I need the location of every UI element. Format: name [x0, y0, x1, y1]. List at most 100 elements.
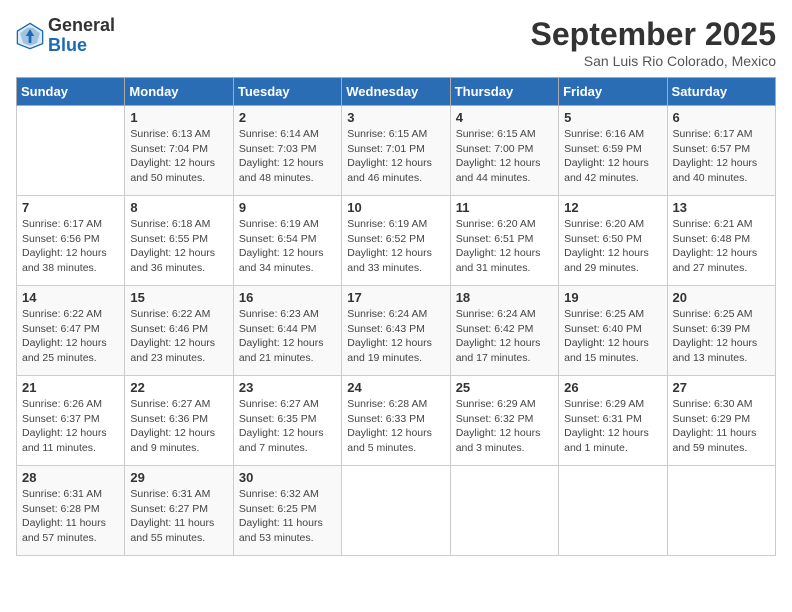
calendar-cell [559, 466, 667, 556]
page-header: General Blue September 2025 San Luis Rio… [16, 16, 776, 69]
day-number: 12 [564, 200, 661, 215]
calendar-week-row: 28 Sunrise: 6:31 AM Sunset: 6:28 PM Dayli… [17, 466, 776, 556]
day-number: 24 [347, 380, 444, 395]
day-number: 9 [239, 200, 336, 215]
day-header-wednesday: Wednesday [342, 78, 450, 106]
day-info: Sunrise: 6:32 AM Sunset: 6:25 PM Dayligh… [239, 487, 336, 546]
day-info: Sunrise: 6:27 AM Sunset: 6:36 PM Dayligh… [130, 397, 227, 456]
day-info: Sunrise: 6:16 AM Sunset: 6:59 PM Dayligh… [564, 127, 661, 186]
day-info: Sunrise: 6:15 AM Sunset: 7:01 PM Dayligh… [347, 127, 444, 186]
day-number: 13 [673, 200, 770, 215]
calendar-cell: 11Sunrise: 6:20 AM Sunset: 6:51 PM Dayli… [450, 196, 558, 286]
day-header-friday: Friday [559, 78, 667, 106]
day-number: 14 [22, 290, 119, 305]
day-info: Sunrise: 6:19 AM Sunset: 6:52 PM Dayligh… [347, 217, 444, 276]
calendar-cell [450, 466, 558, 556]
calendar-cell: 17 Sunrise: 6:24 AM Sunset: 6:43 PM Dayli… [342, 286, 450, 376]
day-number: 5 [564, 110, 661, 125]
day-number: 19 [564, 290, 661, 305]
day-header-monday: Monday [125, 78, 233, 106]
day-info: Sunrise: 6:17 AM Sunset: 6:56 PM Dayligh… [22, 217, 119, 276]
day-number: 4 [456, 110, 553, 125]
day-number: 20 [673, 290, 770, 305]
day-number: 6 [673, 110, 770, 125]
day-info: Sunrise: 6:13 AM Sunset: 7:04 PM Dayligh… [130, 127, 227, 186]
day-number: 17 [347, 290, 444, 305]
day-number: 8 [130, 200, 227, 215]
day-number: 11 [456, 200, 553, 215]
day-info: Sunrise: 6:24 AM Sunset: 6:42 PM Dayligh… [456, 307, 553, 366]
calendar-cell: 19 Sunrise: 6:25 AM Sunset: 6:40 PM Dayli… [559, 286, 667, 376]
calendar-cell: 29 Sunrise: 6:31 AM Sunset: 6:27 PM Dayli… [125, 466, 233, 556]
calendar-week-row: 21 Sunrise: 6:26 AM Sunset: 6:37 PM Dayli… [17, 376, 776, 466]
day-number: 22 [130, 380, 227, 395]
day-number: 28 [22, 470, 119, 485]
calendar-cell: 30 Sunrise: 6:32 AM Sunset: 6:25 PM Dayli… [233, 466, 341, 556]
day-number: 25 [456, 380, 553, 395]
day-number: 1 [130, 110, 227, 125]
calendar-cell: 8 Sunrise: 6:18 AM Sunset: 6:55 PM Daylig… [125, 196, 233, 286]
day-info: Sunrise: 6:29 AM Sunset: 6:31 PM Dayligh… [564, 397, 661, 456]
day-number: 18 [456, 290, 553, 305]
calendar-week-row: 7 Sunrise: 6:17 AM Sunset: 6:56 PM Daylig… [17, 196, 776, 286]
day-number: 30 [239, 470, 336, 485]
calendar-cell: 2Sunrise: 6:14 AM Sunset: 7:03 PM Daylig… [233, 106, 341, 196]
calendar-week-row: 1 Sunrise: 6:13 AM Sunset: 7:04 PM Daylig… [17, 106, 776, 196]
day-info: Sunrise: 6:22 AM Sunset: 6:46 PM Dayligh… [130, 307, 227, 366]
calendar-cell: 10Sunrise: 6:19 AM Sunset: 6:52 PM Dayli… [342, 196, 450, 286]
day-info: Sunrise: 6:27 AM Sunset: 6:35 PM Dayligh… [239, 397, 336, 456]
location-text: San Luis Rio Colorado, Mexico [531, 53, 776, 69]
calendar-cell [667, 466, 775, 556]
day-info: Sunrise: 6:29 AM Sunset: 6:32 PM Dayligh… [456, 397, 553, 456]
day-number: 21 [22, 380, 119, 395]
logo-blue-text: Blue [48, 35, 87, 55]
calendar-cell: 22 Sunrise: 6:27 AM Sunset: 6:36 PM Dayli… [125, 376, 233, 466]
calendar-cell: 1 Sunrise: 6:13 AM Sunset: 7:04 PM Daylig… [125, 106, 233, 196]
day-info: Sunrise: 6:17 AM Sunset: 6:57 PM Dayligh… [673, 127, 770, 186]
day-number: 29 [130, 470, 227, 485]
calendar-cell: 23Sunrise: 6:27 AM Sunset: 6:35 PM Dayli… [233, 376, 341, 466]
calendar-cell: 20 Sunrise: 6:25 AM Sunset: 6:39 PM Dayli… [667, 286, 775, 376]
calendar-cell [342, 466, 450, 556]
calendar-cell: 16 Sunrise: 6:23 AM Sunset: 6:44 PM Dayli… [233, 286, 341, 376]
calendar-cell: 12 Sunrise: 6:20 AM Sunset: 6:50 PM Dayli… [559, 196, 667, 286]
calendar-cell: 24 Sunrise: 6:28 AM Sunset: 6:33 PM Dayli… [342, 376, 450, 466]
day-number: 16 [239, 290, 336, 305]
day-header-thursday: Thursday [450, 78, 558, 106]
day-info: Sunrise: 6:28 AM Sunset: 6:33 PM Dayligh… [347, 397, 444, 456]
day-info: Sunrise: 6:25 AM Sunset: 6:39 PM Dayligh… [673, 307, 770, 366]
day-info: Sunrise: 6:14 AM Sunset: 7:03 PM Dayligh… [239, 127, 336, 186]
month-title: September 2025 [531, 16, 776, 53]
logo-icon [16, 22, 44, 50]
calendar-cell: 6 Sunrise: 6:17 AM Sunset: 6:57 PM Daylig… [667, 106, 775, 196]
calendar-cell: 18 Sunrise: 6:24 AM Sunset: 6:42 PM Dayli… [450, 286, 558, 376]
day-info: Sunrise: 6:21 AM Sunset: 6:48 PM Dayligh… [673, 217, 770, 276]
day-info: Sunrise: 6:31 AM Sunset: 6:27 PM Dayligh… [130, 487, 227, 546]
title-block: September 2025 San Luis Rio Colorado, Me… [531, 16, 776, 69]
calendar-cell: 28 Sunrise: 6:31 AM Sunset: 6:28 PM Dayli… [17, 466, 125, 556]
calendar-cell [17, 106, 125, 196]
calendar-cell: 15Sunrise: 6:22 AM Sunset: 6:46 PM Dayli… [125, 286, 233, 376]
day-info: Sunrise: 6:24 AM Sunset: 6:43 PM Dayligh… [347, 307, 444, 366]
day-info: Sunrise: 6:30 AM Sunset: 6:29 PM Dayligh… [673, 397, 770, 456]
day-info: Sunrise: 6:25 AM Sunset: 6:40 PM Dayligh… [564, 307, 661, 366]
calendar-cell: 25 Sunrise: 6:29 AM Sunset: 6:32 PM Dayli… [450, 376, 558, 466]
day-number: 27 [673, 380, 770, 395]
day-number: 7 [22, 200, 119, 215]
day-info: Sunrise: 6:23 AM Sunset: 6:44 PM Dayligh… [239, 307, 336, 366]
logo-general-text: General [48, 15, 115, 35]
calendar-cell: 21 Sunrise: 6:26 AM Sunset: 6:37 PM Dayli… [17, 376, 125, 466]
calendar-week-row: 14 Sunrise: 6:22 AM Sunset: 6:47 PM Dayli… [17, 286, 776, 376]
day-info: Sunrise: 6:18 AM Sunset: 6:55 PM Dayligh… [130, 217, 227, 276]
calendar-cell: 3Sunrise: 6:15 AM Sunset: 7:01 PM Daylig… [342, 106, 450, 196]
calendar-cell: 14 Sunrise: 6:22 AM Sunset: 6:47 PM Dayli… [17, 286, 125, 376]
calendar-cell: 5 Sunrise: 6:16 AM Sunset: 6:59 PM Daylig… [559, 106, 667, 196]
day-info: Sunrise: 6:20 AM Sunset: 6:50 PM Dayligh… [564, 217, 661, 276]
day-info: Sunrise: 6:26 AM Sunset: 6:37 PM Dayligh… [22, 397, 119, 456]
day-header-tuesday: Tuesday [233, 78, 341, 106]
day-info: Sunrise: 6:22 AM Sunset: 6:47 PM Dayligh… [22, 307, 119, 366]
calendar-cell: 4Sunrise: 6:15 AM Sunset: 7:00 PM Daylig… [450, 106, 558, 196]
calendar-cell: 7 Sunrise: 6:17 AM Sunset: 6:56 PM Daylig… [17, 196, 125, 286]
day-info: Sunrise: 6:31 AM Sunset: 6:28 PM Dayligh… [22, 487, 119, 546]
day-header-sunday: Sunday [17, 78, 125, 106]
